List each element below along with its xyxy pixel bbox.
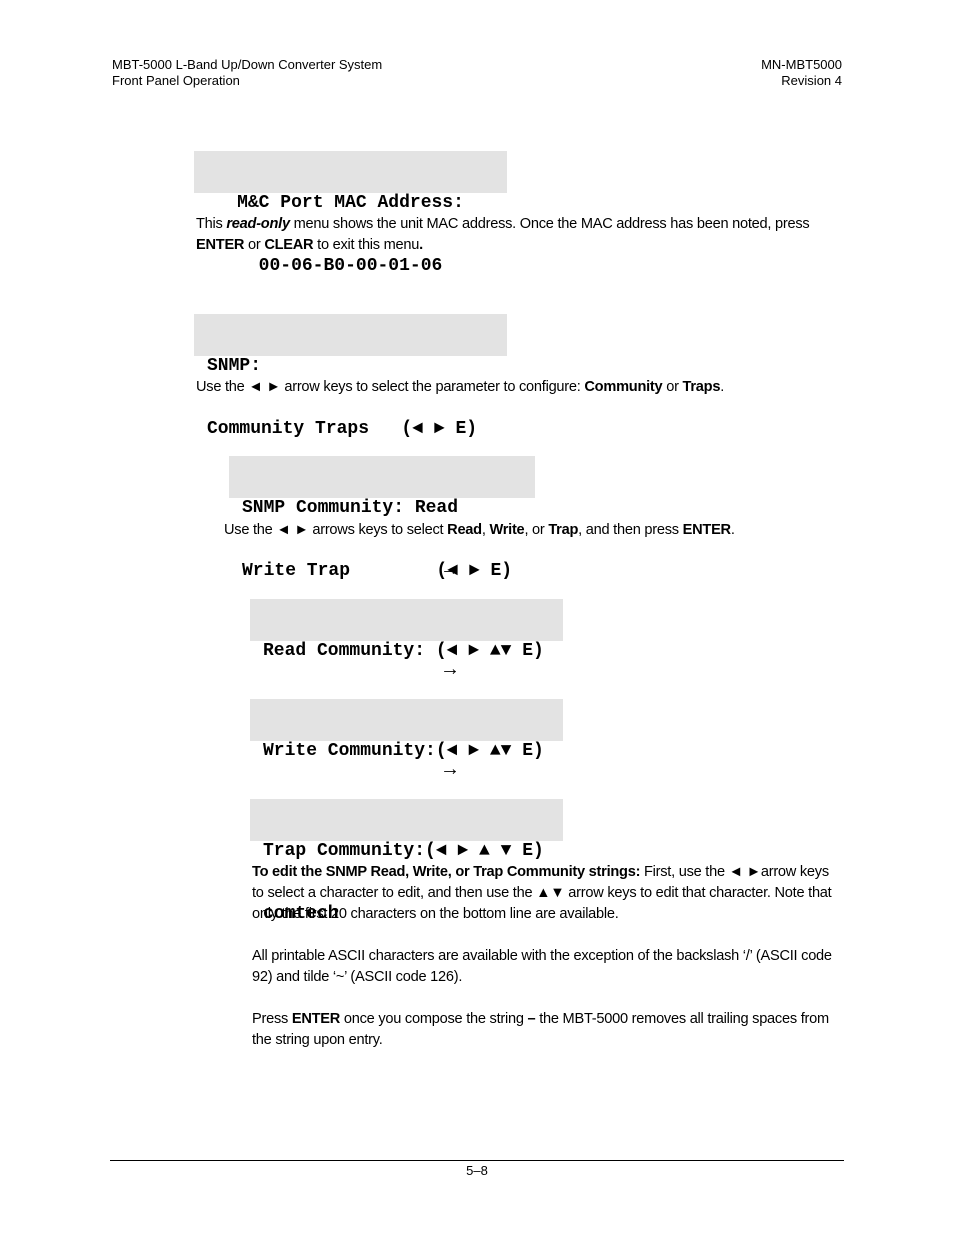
lcd-snmp-community: SNMP Community: Read Write Trap (◄ ► E) [229,456,535,581]
arrow-right-icon: → [440,758,460,780]
header-right: MN-MBT5000 Revision 4 [761,57,842,89]
paragraph-ascii: All printable ASCII characters are avail… [252,948,832,985]
lcd-mac-address: M&C Port MAC Address: 00-06-B0-00-01-06 [194,151,507,276]
paragraph-press-enter: Press ENTER once you compose the string … [252,1011,829,1048]
paragraph-community: Use the ◄ ► arrows keys to select Read, … [224,522,735,538]
lcd-line: 00-06-B0-00-01-06 [258,256,443,276]
doc-number: MN-MBT5000 [761,57,842,72]
lcd-trap-community: Trap Community:(◄ ► ▲ ▼ E) comtech [250,799,563,924]
revision: Revision 4 [781,73,842,88]
doc-title: MBT-5000 L-Band Up/Down Converter System [112,57,383,72]
lcd-line: SNMP: [207,356,262,376]
paragraph-edit: To edit the SNMP Read, Write, or Trap Co… [252,864,832,922]
paragraph-mac: This read-only menu shows the unit MAC a… [196,216,810,253]
lcd-line: Write Community:(◄ ► ▲▼ E) [263,741,544,761]
arrow-right-icon: → [440,558,460,580]
lcd-write-community: Write Community:(◄ ► ▲▼ E) private [250,699,563,824]
lcd-line: Trap Community:(◄ ► ▲ ▼ E) [263,841,544,861]
section-title: Front Panel Operation [112,73,240,88]
lcd-line: Community Traps (◄ ► E) [207,419,478,439]
arrow-right-icon: → [440,658,460,680]
footer-divider [110,1160,844,1161]
lcd-read-community: Read Community: (◄ ► ▲▼ E) public [250,599,563,724]
lcd-line: M&C Port MAC Address: [237,193,464,213]
lcd-line: Write Trap (◄ ► E) [242,561,513,581]
paragraph-snmp: Use the ◄ ► arrow keys to select the par… [196,379,724,395]
lcd-snmp: SNMP: Community Traps (◄ ► E) [194,314,507,439]
lcd-line: Read Community: (◄ ► ▲▼ E) [263,641,544,661]
lcd-line: SNMP Community: Read [242,498,459,518]
header-left: MBT-5000 L-Band Up/Down Converter System… [112,57,382,89]
page-number: 5–8 [466,1163,488,1178]
